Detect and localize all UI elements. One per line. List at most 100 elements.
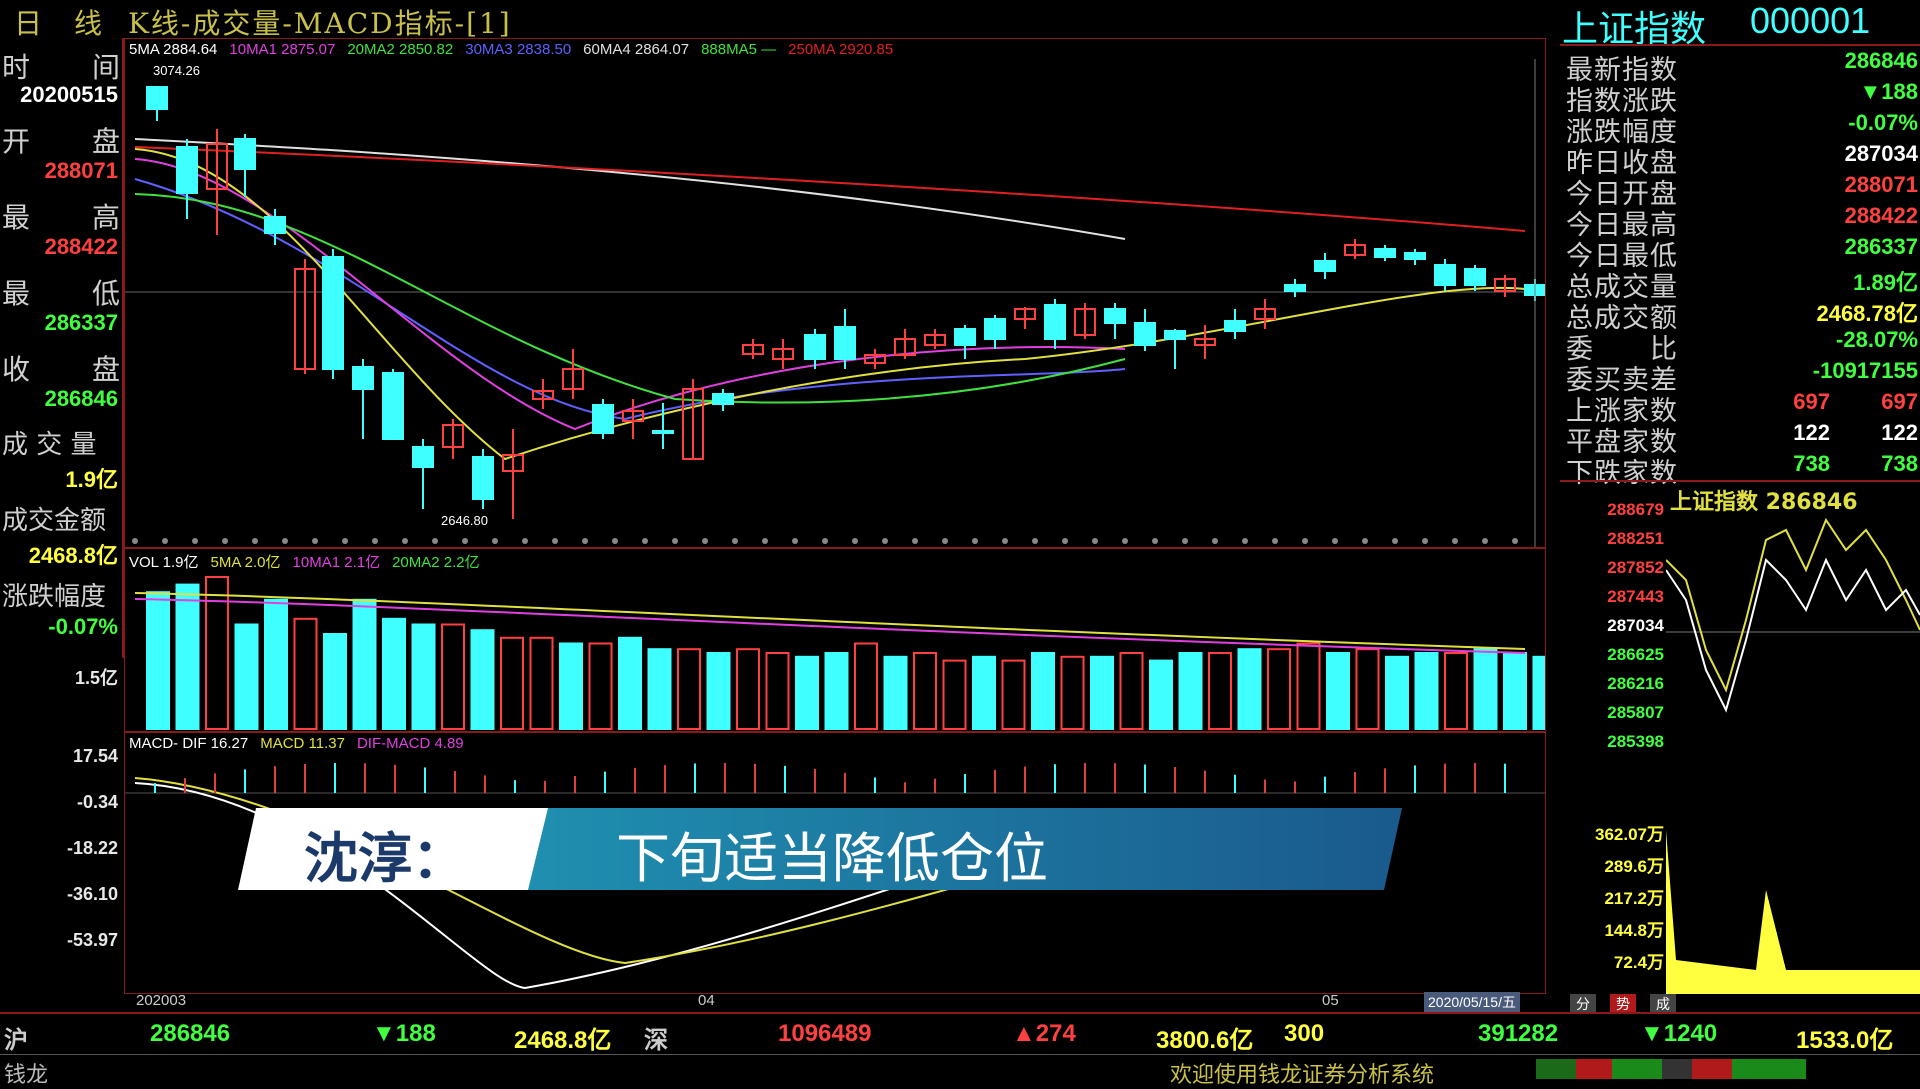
close-value: 286846 [44, 386, 118, 411]
ma-line-1 [134, 146, 1526, 232]
quote-value-5: 288422 [1844, 203, 1918, 228]
volume-bar-14 [559, 642, 583, 730]
sz-change: ▲274 [1012, 1020, 1076, 1047]
candle-body-34 [1164, 330, 1186, 340]
mini-tab-0[interactable]: 分 [1570, 994, 1596, 1014]
period-label[interactable]: 日 线 [14, 2, 104, 42]
volume-bar-8 [382, 617, 406, 730]
volume-bar-26 [913, 652, 937, 730]
x-axis-label-0: 202003 [136, 992, 187, 1009]
volume-bar-20 [736, 648, 760, 730]
mini-price-label-8: 285398 [1607, 732, 1664, 751]
volume-bar-24 [854, 642, 878, 730]
volume-bar-25 [883, 655, 908, 730]
quote-row-13: 下跌家数 738 738 [1560, 451, 1920, 489]
volume-bar-42 [1385, 655, 1409, 730]
quote-value-11: 697 [1881, 389, 1918, 414]
quote-value-4: 288071 [1844, 172, 1918, 197]
change-pct-label: 涨跌幅度 [2, 582, 107, 612]
candle-body-19 [712, 393, 734, 405]
quote-value2-13: 738 [1793, 451, 1830, 476]
candle-body-3 [234, 138, 256, 170]
quote-row-3: 昨日收盘 287034 [1560, 141, 1920, 179]
volume-bar-23 [824, 652, 849, 730]
c300-label: 300 [1284, 1020, 1325, 1047]
candle-body-33 [1134, 322, 1156, 346]
time-label: 时间 [2, 51, 120, 84]
c300-change: ▼1240 [1640, 1020, 1718, 1047]
indicator-title[interactable]: K线-成交量-MACD指标-[1] [128, 2, 512, 42]
kline-chart[interactable]: 5MA 2884.64 10MA1 2875.07 20MA2 2850.82 30M… [124, 38, 1546, 548]
volume-bar-29 [1001, 659, 1026, 730]
candle-body-1 [176, 146, 198, 194]
cursor-date: 2020/05/15/五 [1424, 992, 1520, 1012]
volume-bar-37 [1237, 648, 1262, 730]
mini-volume-label-0: 362.07万 [1595, 825, 1664, 844]
welcome-message: 欢迎使用钱龙证券分析系统 [1170, 1063, 1435, 1088]
volume-bar-0 [146, 591, 170, 731]
mini-volume-label-4: 72.4万 [1613, 953, 1664, 972]
volume-chart[interactable]: VOL 1.9亿 5MA 2.0亿 10MA1 2.1亿 20MA2 2.2亿 [124, 548, 1546, 732]
volume-value: 1.9亿 [65, 467, 118, 492]
volume-bar-38 [1267, 648, 1291, 730]
quote-row-9: 委 比 -28.07% [1560, 327, 1920, 365]
c300-index: 391282 [1478, 1020, 1559, 1047]
volume-bar-17 [647, 648, 672, 730]
quote-value-9: -28.07% [1836, 327, 1918, 352]
status-strip: 钱龙 欢迎使用钱龙证券分析系统 [0, 1054, 1920, 1088]
volume-bar-30 [1031, 652, 1055, 730]
sz-index: 1096489 [778, 1020, 872, 1047]
mini-tab-2[interactable]: 成 [1650, 994, 1676, 1014]
volume-bar-9 [411, 623, 436, 730]
volume-bar-47 [1532, 655, 1545, 730]
intraday-mini-chart[interactable]: 上证指数 286846 288679 288251 287852 287443 2870… [1560, 480, 1920, 998]
high-annotation: 3074.26 [153, 63, 200, 78]
candle-body-42 [1404, 252, 1426, 260]
candle-body-28 [984, 318, 1006, 340]
mini-price-label-7: 285807 [1607, 703, 1664, 722]
quote-row-6: 今日最低 286337 [1560, 234, 1920, 272]
bottom-ticker-bar: 沪 286846 ▼188 2468.8亿 深 1096489 ▲274 380… [0, 1012, 1920, 1088]
candle-body-6 [322, 256, 344, 370]
volume-canvas[interactable] [125, 549, 1545, 731]
volume-bar-45 [1473, 648, 1498, 730]
quote-value2-12: 122 [1793, 420, 1830, 445]
candle-body-43 [1434, 264, 1456, 286]
mini-volume-label-1: 289.6万 [1604, 857, 1664, 876]
volume-bar-35 [1178, 652, 1203, 730]
volume-bar-15 [588, 642, 613, 730]
title-bar: 日 线 K线-成交量-MACD指标-[1] [0, 0, 1560, 40]
c300-amount: 1533.0亿 [1796, 1027, 1894, 1054]
left-info-panel: 时间 20200515 开盘 288071 最高 288422 最低 28633… [0, 38, 124, 658]
kline-canvas[interactable] [125, 39, 1545, 547]
volume-bar-16 [618, 636, 642, 730]
x-axis-label-2: 05 [1322, 992, 1339, 1009]
volume-bar-32 [1090, 655, 1114, 730]
volume-bar-28 [972, 655, 996, 730]
mini-price-label-3: 287443 [1607, 587, 1664, 606]
quote-value-13: 738 [1881, 451, 1918, 476]
quote-row-10: 委买卖差 -10917155 [1560, 358, 1920, 396]
candle-body-4 [264, 216, 286, 234]
mini-tab-1[interactable]: 势 [1610, 994, 1636, 1014]
volume-bar-1 [175, 583, 200, 730]
mini-price-line [1666, 557, 1920, 713]
volume-bar-39 [1296, 642, 1321, 730]
quote-row-5: 今日最高 288422 [1560, 203, 1920, 241]
sh-amount: 2468.8亿 [514, 1027, 612, 1054]
high-label: 最高 [2, 201, 120, 234]
amount-value: 2468.8亿 [28, 543, 118, 568]
quote-value-3: 287034 [1844, 141, 1918, 166]
mini-chart-canvas[interactable] [1666, 500, 1920, 994]
volume-bar-12 [500, 636, 524, 730]
mini-volume-area [1666, 830, 1920, 994]
mini-chart-tabs: 分势成 [1560, 994, 1920, 1014]
macd-axis-label-4: -53.97 [66, 930, 118, 950]
mini-price-label-2: 287852 [1607, 558, 1664, 577]
x-axis-label-1: 04 [698, 992, 715, 1009]
sz-label: 深 [644, 1025, 668, 1054]
volume-bar-46 [1503, 652, 1527, 730]
volume-axis-label: 1.5亿 [74, 668, 118, 688]
volume-bar-5 [293, 617, 318, 730]
quote-value2-11: 697 [1793, 389, 1830, 414]
